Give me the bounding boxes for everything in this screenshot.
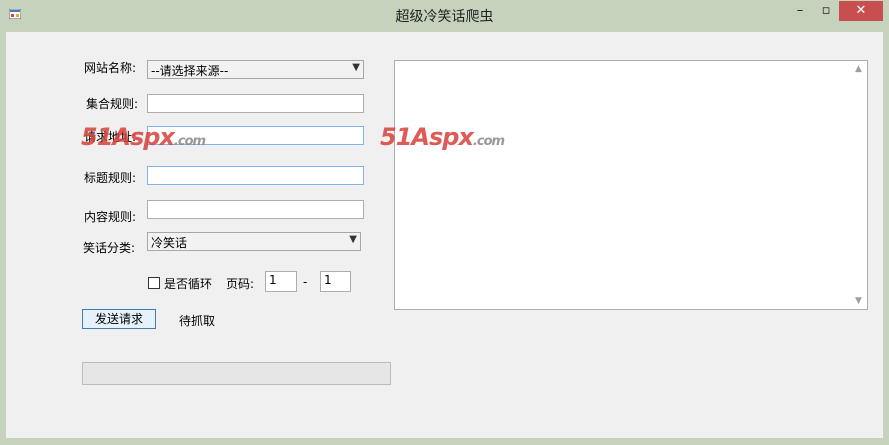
scroll-up-icon[interactable]: ▲ [850, 64, 867, 74]
site-name-selected: --请选择来源-- [151, 64, 229, 78]
output-textarea[interactable]: ▲ ▼ [394, 60, 868, 310]
page-label: 页码: [226, 277, 255, 291]
collection-rule-input[interactable] [147, 94, 364, 113]
watermark-logo: 51Aspx.com [81, 123, 206, 151]
content-rule-label: 内容规则: [84, 210, 137, 224]
vertical-scrollbar[interactable]: ▲ ▼ [850, 61, 867, 309]
category-select[interactable]: 冷笑话 ▼ [147, 232, 361, 251]
page-separator: - [303, 275, 308, 289]
watermark-brand: 51Aspx [81, 123, 175, 151]
chevron-down-icon: ▼ [352, 62, 360, 73]
collection-rule-label: 集合规则: [86, 97, 139, 111]
title-rule-input[interactable] [147, 166, 364, 185]
chevron-down-icon: ▼ [349, 234, 357, 245]
site-name-select[interactable]: --请选择来源-- ▼ [147, 60, 364, 79]
close-button[interactable]: ✕ [839, 1, 883, 21]
title-rule-label: 标题规则: [84, 171, 137, 185]
loop-checkbox[interactable] [148, 277, 160, 289]
watermark-logo: 51Aspx.com [380, 123, 505, 151]
client-area: 网站名称: --请选择来源-- ▼ 集合规则: 请求地址: 标题规则: 内容规则… [6, 32, 883, 438]
maximize-button[interactable]: ▫ [813, 0, 839, 22]
output-text [395, 61, 867, 65]
send-request-button[interactable]: 发送请求 [82, 309, 156, 329]
loop-label: 是否循环 [164, 277, 213, 291]
title-bar[interactable]: 超级冷笑话爬虫 – ▫ ✕ [0, 0, 889, 30]
watermark-domain: .com [472, 134, 505, 149]
watermark-brand: 51Aspx [380, 123, 474, 151]
minimize-button[interactable]: – [787, 0, 813, 22]
category-label: 笑话分类: [83, 241, 136, 255]
site-name-label: 网站名称: [84, 61, 137, 75]
watermark-domain: .com [173, 134, 206, 149]
category-selected: 冷笑话 [151, 236, 188, 250]
page-from-input[interactable]: 1 [265, 271, 297, 292]
page-to-input[interactable]: 1 [320, 271, 351, 292]
progress-bar [82, 362, 391, 385]
window-title: 超级冷笑话爬虫 [395, 9, 494, 25]
scroll-down-icon[interactable]: ▼ [850, 296, 867, 306]
status-text: 待抓取 [179, 314, 216, 328]
content-rule-input[interactable] [147, 200, 364, 219]
